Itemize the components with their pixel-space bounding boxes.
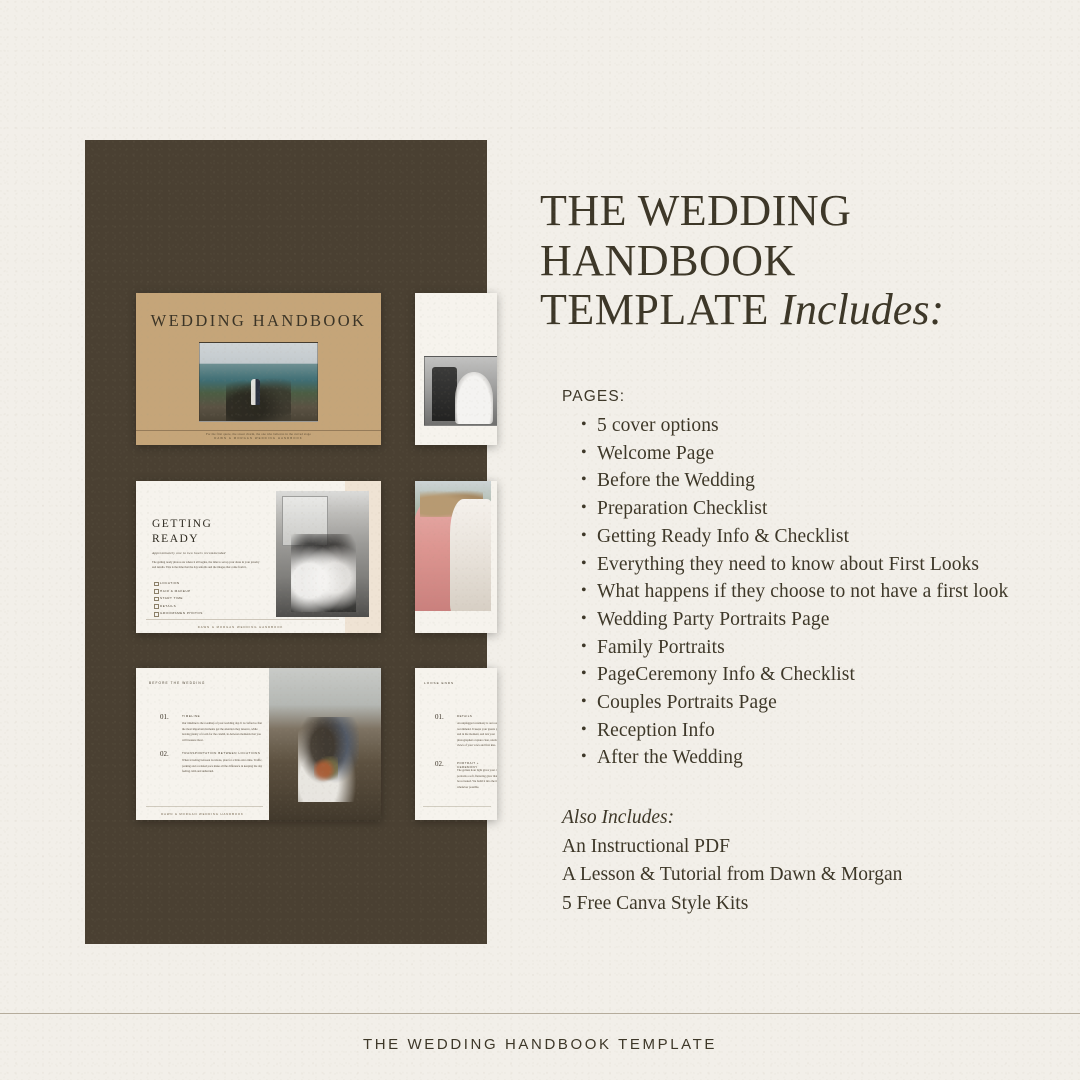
item-number: 02. bbox=[160, 750, 169, 758]
list-item: 5 cover options bbox=[581, 411, 1008, 440]
item-title: TIMELINE bbox=[182, 714, 201, 718]
checklist-item: LOCATION bbox=[154, 581, 203, 587]
mockup-getting-ready-page[interactable]: GETTING READY Approximately one to two h… bbox=[136, 481, 381, 633]
mockup-getting-ready-title-line1: GETTING bbox=[152, 518, 213, 530]
mockup-wedding-party-photo bbox=[415, 481, 491, 611]
list-item: What happens if they choose to not have … bbox=[581, 577, 1008, 606]
headline-line-3-italic: Includes: bbox=[780, 285, 945, 335]
mockup-getting-ready-footer: DAWN & MORGAN WEDDING HANDBOOK bbox=[197, 625, 284, 629]
headline-line-3-regular: TEMPLATE bbox=[540, 285, 781, 335]
mockup-first-dance-photo bbox=[424, 356, 497, 426]
mockup-getting-ready-checklist: LOCATION HAIR & MAKEUP START TIME DETAIL… bbox=[154, 581, 203, 619]
item-text: Our timeline is the roadmap of your wedd… bbox=[182, 721, 262, 742]
photo-detail-hair bbox=[419, 488, 484, 518]
pages-list: 5 cover options Welcome Page Before the … bbox=[571, 411, 1008, 772]
also-includes-line: An Instructional PDF bbox=[562, 835, 730, 857]
content-column: THE WEDDING HANDBOOK TEMPLATE Includes: … bbox=[540, 186, 1040, 914]
mockup-before-wedding-header: BEFORE THE WEDDING bbox=[149, 681, 206, 685]
mockup-getting-ready-body: The getting ready photos are where it al… bbox=[152, 560, 260, 570]
mockup-details-divider bbox=[423, 806, 491, 807]
mockup-getting-ready-title: GETTING READY bbox=[152, 517, 212, 547]
mockup-cover-title: WEDDING HANDBOOK bbox=[150, 311, 367, 330]
list-item: Wedding Party Portraits Page bbox=[581, 605, 1008, 634]
mockup-getting-ready-divider bbox=[146, 619, 339, 620]
photo-detail-bouquet bbox=[453, 546, 487, 575]
list-item: Reception Info bbox=[581, 716, 1008, 745]
headline-line-2: HANDBOOK bbox=[540, 235, 796, 285]
list-item: Couples Portraits Page bbox=[581, 688, 1008, 717]
pages-section-label: PAGES: bbox=[562, 388, 626, 405]
item-text: When traveling between locations, plan f… bbox=[182, 758, 263, 774]
mockup-getting-ready-subtitle: Approximately one to two hours recommend… bbox=[152, 551, 226, 555]
headline-line-1: THE WEDDING bbox=[540, 186, 852, 235]
list-item: Getting Ready Info & Checklist bbox=[581, 522, 1008, 551]
mockup-stage: WEDDING HANDBOOK For the first quote, th… bbox=[85, 140, 497, 944]
mockup-wedding-party-page[interactable] bbox=[415, 481, 497, 633]
checklist-item: GROOMSMEN PHOTOS bbox=[154, 611, 203, 617]
mockup-first-dance-page[interactable] bbox=[415, 293, 497, 445]
item-text: An unplugged ceremony is our reason we r… bbox=[457, 721, 497, 748]
mockup-details-header: LOOSE ENDS bbox=[424, 681, 455, 685]
checklist-item: DETAILS bbox=[154, 604, 203, 609]
item-number: 01. bbox=[160, 713, 169, 721]
footer-label: THE WEDDING HANDBOOK TEMPLATE bbox=[362, 1036, 718, 1053]
mockup-getting-ready-title-line2: READY bbox=[152, 533, 200, 546]
also-includes-line: A Lesson & Tutorial from Dawn & Morgan bbox=[562, 864, 903, 885]
mockup-details-text-page[interactable]: LOOSE ENDS 01. DETAILS An unplugged cere… bbox=[415, 668, 497, 820]
item-title: TRANSPORTATION BETWEEN LOCATIONS bbox=[182, 751, 261, 755]
checklist-item: START TIME bbox=[154, 596, 203, 602]
mockup-before-wedding-photo bbox=[269, 668, 381, 820]
checklist-item: HAIR & MAKEUP bbox=[154, 589, 203, 594]
list-item: Family Portraits bbox=[581, 633, 1008, 662]
list-item: PageCeremony Info & Checklist bbox=[581, 660, 1008, 689]
page-title: THE WEDDING HANDBOOK TEMPLATE Includes: bbox=[540, 186, 1040, 335]
mockup-before-wedding-divider bbox=[146, 806, 263, 807]
item-number: 02. bbox=[435, 760, 444, 768]
mockup-cover-divider bbox=[136, 430, 381, 431]
also-includes-section: Also Includes: An Instructional PDF A Le… bbox=[562, 804, 1032, 918]
list-item: After the Wedding bbox=[581, 743, 1008, 772]
mockup-cover-footer: DAWN & MORGAN WEDDING HANDBOOK bbox=[214, 436, 303, 440]
footer-divider bbox=[0, 1013, 1080, 1014]
mockup-cover-page[interactable]: WEDDING HANDBOOK For the first quote, th… bbox=[136, 293, 381, 445]
list-item: Everything they need to know about First… bbox=[581, 550, 1008, 579]
also-includes-line: 5 Free Canva Style Kits bbox=[562, 892, 749, 914]
list-item: Welcome Page bbox=[581, 439, 1008, 468]
also-includes-title: Also Includes: bbox=[562, 807, 675, 828]
list-item: Before the Wedding bbox=[581, 466, 1008, 495]
mockup-getting-ready-photo bbox=[276, 491, 369, 617]
mockup-before-wedding-footer: DAWN & MORGAN WEDDING HANDBOOK bbox=[161, 812, 244, 816]
mockup-cover-photo bbox=[199, 342, 318, 422]
list-item: Preparation Checklist bbox=[581, 494, 1008, 523]
item-text: The golden hour light gives your couples… bbox=[457, 768, 497, 789]
mockup-before-wedding-page[interactable]: BEFORE THE WEDDING 01. TIMELINE Our time… bbox=[136, 668, 381, 820]
item-title: DETAILS bbox=[457, 714, 473, 718]
item-number: 01. bbox=[435, 713, 444, 721]
